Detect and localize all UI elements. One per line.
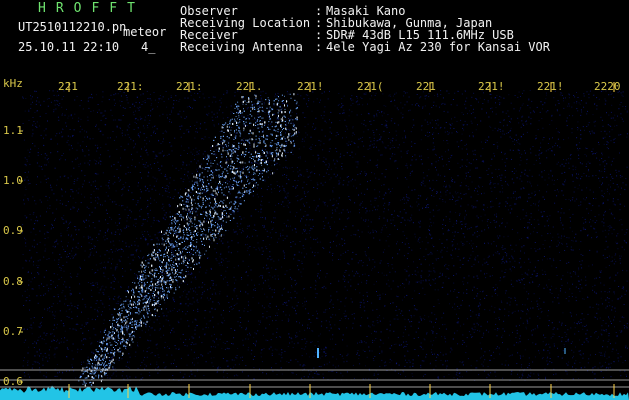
time-tick-label: 221 xyxy=(58,80,78,93)
time-tick-label: 221! xyxy=(537,80,564,93)
time-tick-label: 221. xyxy=(236,80,263,93)
spectrogram-display: kHz 221 221: 221: 221. 221! 221( 221 221… xyxy=(0,78,629,400)
time-tick-label: 221 xyxy=(416,80,436,93)
freq-tick-label: 0.9 xyxy=(3,224,23,237)
antenna-value: 4ele Yagi Az 230 for Kansai VOR xyxy=(326,40,550,54)
spectrum-trace xyxy=(0,385,629,400)
time-tick-label: 221! xyxy=(478,80,505,93)
time-tick-label: 221: xyxy=(176,80,203,93)
header-panel: HROFFT UT2510112210.pn meteor 25.10.11 2… xyxy=(0,0,629,78)
freq-tick-label: 1.0 xyxy=(3,174,23,187)
freq-tick-label: 0.7 xyxy=(3,325,23,338)
time-tick-label: 221! xyxy=(297,80,324,93)
file-name: UT2510112210.pn xyxy=(18,20,127,34)
time-tick-label: 221( xyxy=(357,80,384,93)
antenna-colon: : xyxy=(315,40,323,54)
capture-datetime: 25.10.11 22:10 xyxy=(18,40,120,54)
freq-tick-label: 1.1 xyxy=(3,124,23,137)
app-brand: HROFFT xyxy=(38,1,145,16)
freq-unit-label: kHz xyxy=(3,77,23,90)
page-indicator: 4_ xyxy=(141,40,156,54)
antenna-label: Receiving Antenna xyxy=(180,40,303,54)
time-tick-label: 2220 xyxy=(594,80,621,93)
meteor-echo-trace xyxy=(78,93,298,387)
spectrogram-canvas xyxy=(0,82,629,400)
time-tick-label: 221: xyxy=(117,80,144,93)
freq-tick-label: 0.6 xyxy=(3,375,23,388)
noise-floor xyxy=(22,90,628,381)
mode-label: meteor xyxy=(123,25,167,39)
freq-tick-label: 0.8 xyxy=(3,275,23,288)
